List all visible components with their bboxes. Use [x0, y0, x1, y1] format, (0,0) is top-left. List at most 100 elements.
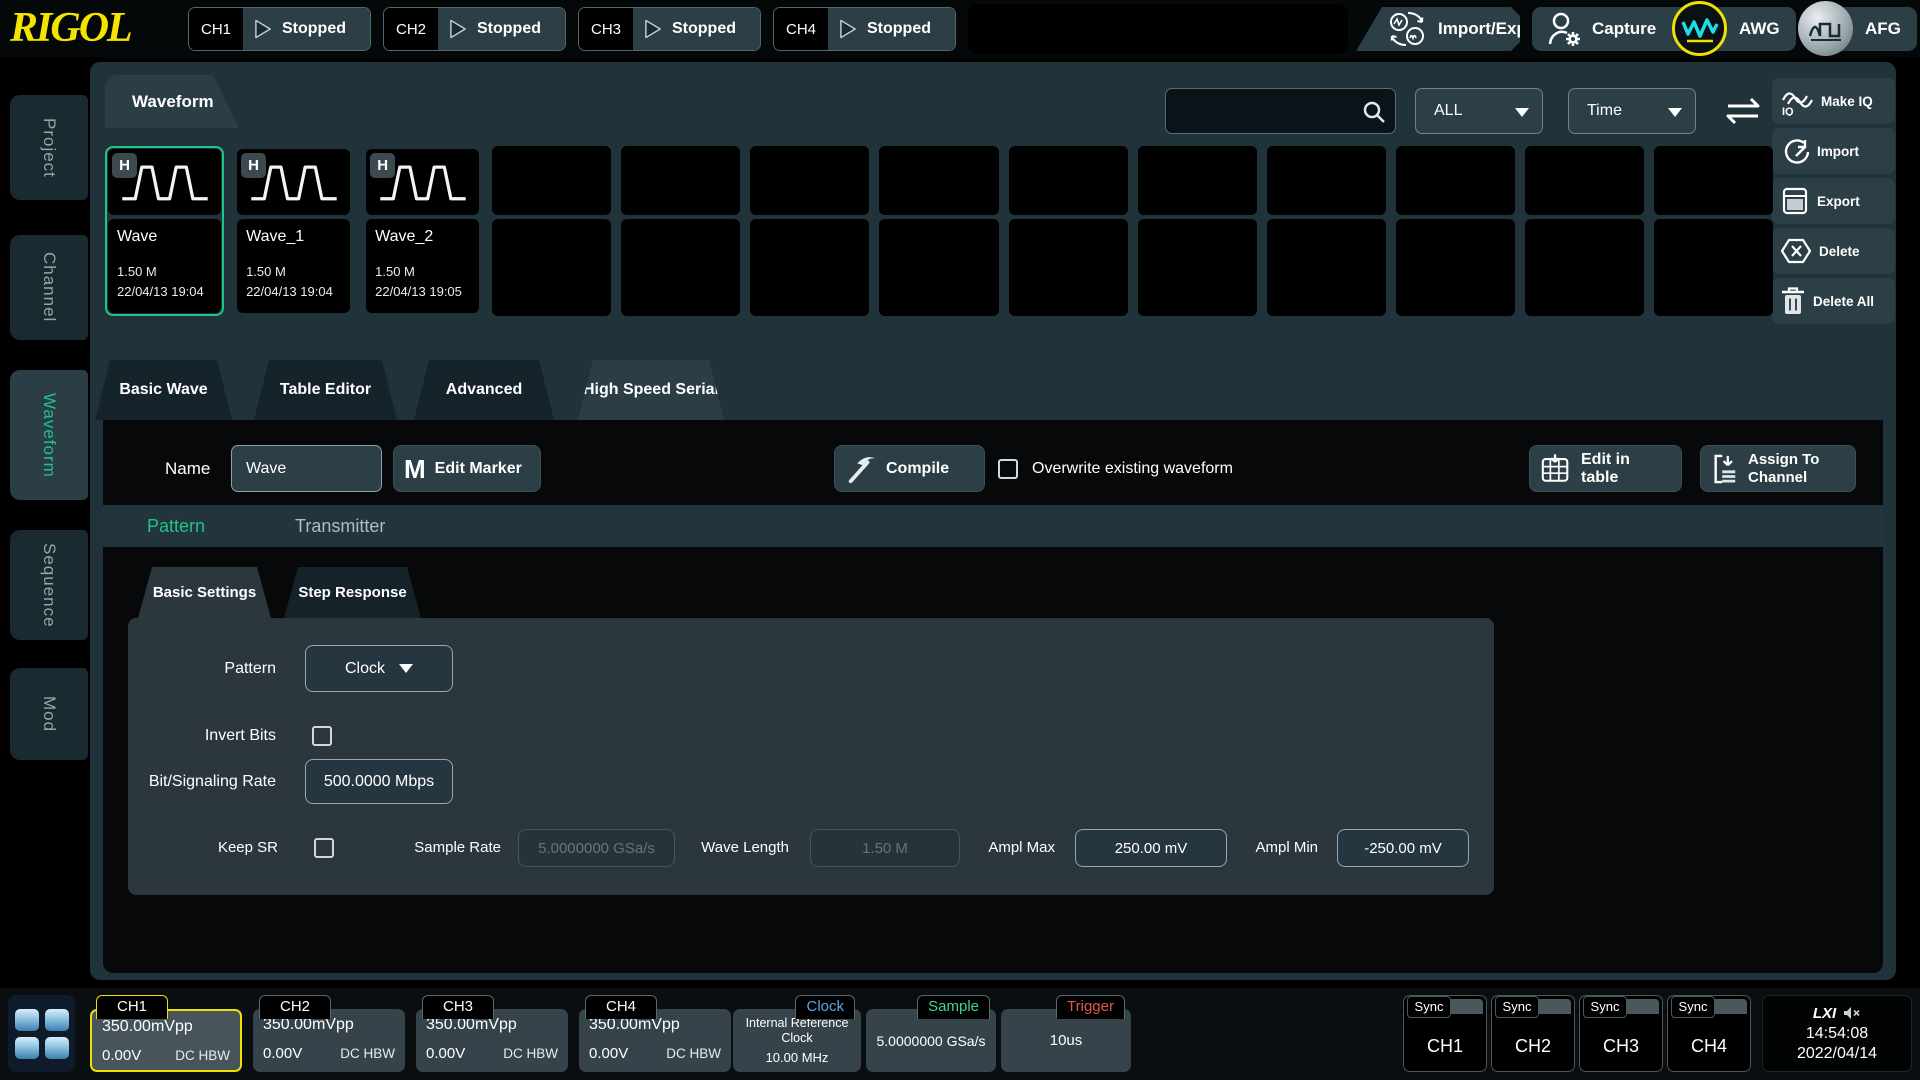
invert-bits-checkbox[interactable] [312, 726, 332, 746]
clock-source: Internal Reference Clock [733, 1016, 861, 1046]
sidebar-label: Project [39, 118, 59, 178]
channel-run-button-ch4[interactable]: CH4 Stopped [773, 7, 956, 51]
trigger-value: 10us [1050, 1032, 1083, 1049]
waveform-empty-slot [879, 219, 998, 316]
tab-basic-wave[interactable]: Basic Wave [95, 360, 232, 420]
status-sample[interactable]: Sample 5.0000000 GSa/s [866, 995, 996, 1072]
status-channel-ch2[interactable]: CH2 350.00mVpp 0.00VDC HBW [253, 995, 405, 1072]
sidebar-item-waveform[interactable]: Waveform [10, 370, 88, 500]
channel-mode: DC HBW [503, 1046, 558, 1061]
ampl-max-field[interactable]: 250.00 mV [1075, 829, 1227, 867]
channel-mode: DC HBW [340, 1046, 395, 1061]
status-channel-ch4[interactable]: CH4 350.00mVpp 0.00VDC HBW [579, 995, 731, 1072]
status-channel-ch3[interactable]: CH3 350.00mVpp 0.00VDC HBW [416, 995, 568, 1072]
ampl-min-field[interactable]: -250.00 mV [1337, 829, 1469, 867]
waveform-browser-tab[interactable]: Waveform [105, 75, 239, 128]
delete-all-button[interactable]: Delete All [1772, 278, 1895, 324]
waveform-date: 22/04/13 19:04 [246, 284, 341, 299]
play-icon [644, 18, 663, 40]
waveform-size: 1.50 M [375, 264, 470, 279]
waveform-empty-slot [492, 219, 611, 316]
assign-channel-icon [1711, 453, 1739, 485]
system-datetime[interactable]: LXI 14:54:08 2022/04/14 [1762, 995, 1912, 1072]
wave-length-field: 1.50 M [810, 829, 960, 867]
overwrite-checkbox[interactable] [998, 459, 1018, 479]
overwrite-label: Overwrite existing waveform [1032, 445, 1233, 492]
status-channel-ch1[interactable]: CH1 350.00mVpp 0.00VDC HBW [90, 995, 242, 1072]
afg-icon [1798, 1, 1853, 56]
sync-tag: Sync [1495, 996, 1539, 1018]
channel-run-button-ch1[interactable]: CH1 Stopped [188, 7, 371, 51]
channel-offset: 0.00V [426, 1045, 465, 1062]
sidebar-item-channel[interactable]: Channel [10, 235, 88, 340]
sync-channel: CH2 [1492, 1036, 1574, 1057]
h-badge: H [112, 153, 137, 178]
sidebar-item-mod[interactable]: Mod [10, 668, 88, 760]
channel-offset: 0.00V [102, 1047, 141, 1064]
tab-step-response[interactable]: Step Response [284, 567, 421, 618]
status-clock[interactable]: Clock Internal Reference Clock 10.00 MHz [733, 995, 861, 1072]
sidebar-item-sequence[interactable]: Sequence [10, 530, 88, 640]
sync-box-ch1[interactable]: Sync CH1 [1403, 995, 1487, 1072]
awg-mode-button[interactable]: AWG [1672, 1, 1796, 56]
waveform-empty-slot [1009, 146, 1128, 215]
waveform-empty-slot [1396, 146, 1515, 215]
edit-in-table-button[interactable]: Edit in table [1529, 445, 1682, 492]
channel-amplitude: 350.00mVpp [102, 1018, 230, 1036]
waveform-name-input[interactable] [231, 445, 382, 492]
sync-tag: Sync [1407, 996, 1451, 1018]
waveform-card-wave[interactable]: H Wave 1.50 M 22/04/13 19:04 [105, 146, 224, 316]
tab-advanced[interactable]: Advanced [414, 360, 554, 420]
tab-transmitter[interactable]: Transmitter [295, 505, 385, 547]
tab-pattern[interactable]: Pattern [147, 505, 205, 547]
make-iq-button[interactable]: IQ Make IQ [1772, 78, 1895, 124]
waveform-card-wave-2[interactable]: H Wave_2 1.50 M 22/04/13 19:05 [363, 146, 482, 316]
compile-button[interactable]: Compile [834, 445, 985, 492]
sample-rate-label: Sample Rate [348, 828, 501, 868]
tab-table-editor[interactable]: Table Editor [254, 360, 397, 420]
home-grid-button[interactable] [8, 995, 75, 1072]
assign-to-channel-label: Assign To Channel [1748, 451, 1845, 486]
sidebar-item-project[interactable]: Project [10, 95, 88, 200]
channel-run-button-ch2[interactable]: CH2 Stopped [383, 7, 566, 51]
sync-channel: CH3 [1580, 1036, 1662, 1057]
channel-label: CH4 [774, 8, 828, 50]
sort-by-dropdown[interactable]: Time [1568, 88, 1696, 134]
channel-status: Stopped [477, 20, 541, 38]
sync-box-ch2[interactable]: Sync CH2 [1491, 995, 1575, 1072]
keep-sr-checkbox[interactable] [314, 838, 334, 858]
filter-type-dropdown[interactable]: ALL [1415, 88, 1543, 134]
sync-tag: Sync [1671, 996, 1715, 1018]
status-trigger[interactable]: Trigger 10us [1001, 995, 1131, 1072]
channel-run-button-ch3[interactable]: CH3 Stopped [578, 7, 761, 51]
assign-to-channel-button[interactable]: Assign To Channel [1700, 445, 1856, 492]
waveform-size: 1.50 M [246, 264, 341, 279]
bit-rate-field[interactable]: 500.0000 Mbps [305, 759, 453, 804]
lxi-logo: LXI [1813, 1005, 1836, 1022]
rigol-logo: RIGOL [10, 4, 131, 52]
edit-marker-button[interactable]: M Edit Marker [393, 445, 541, 492]
tab-basic-settings[interactable]: Basic Settings [138, 567, 271, 618]
sync-tag: Sync [1583, 996, 1627, 1018]
tab-high-speed-serial[interactable]: High Speed Serial [578, 360, 724, 420]
pattern-dropdown[interactable]: Clock [305, 645, 453, 692]
afg-mode-button[interactable]: AFG [1798, 1, 1917, 56]
import-button[interactable]: Import [1772, 128, 1895, 174]
delete-button[interactable]: Delete [1772, 228, 1895, 274]
waveform-empty-slot [879, 146, 998, 215]
export-button[interactable]: Export [1772, 178, 1895, 224]
sort-order-toggle[interactable] [1720, 88, 1766, 134]
play-icon [449, 18, 468, 40]
waveform-empty-slot [1009, 219, 1128, 316]
sync-box-ch3[interactable]: Sync CH3 [1579, 995, 1663, 1072]
channel-label: CH1 [189, 8, 243, 50]
sidebar-label: Sequence [39, 543, 59, 628]
search-input[interactable] [1166, 89, 1356, 133]
sync-box-ch4[interactable]: Sync CH4 [1667, 995, 1751, 1072]
sample-rate-value: 5.0000000 GSa/s [877, 1033, 986, 1049]
waveform-empty-slot [750, 219, 869, 316]
waveform-card-wave-1[interactable]: H Wave_1 1.50 M 22/04/13 19:04 [234, 146, 353, 316]
import-export-button[interactable]: Import/Export [1356, 7, 1520, 51]
delete-all-label: Delete All [1813, 294, 1874, 309]
search-icon [1361, 99, 1387, 125]
